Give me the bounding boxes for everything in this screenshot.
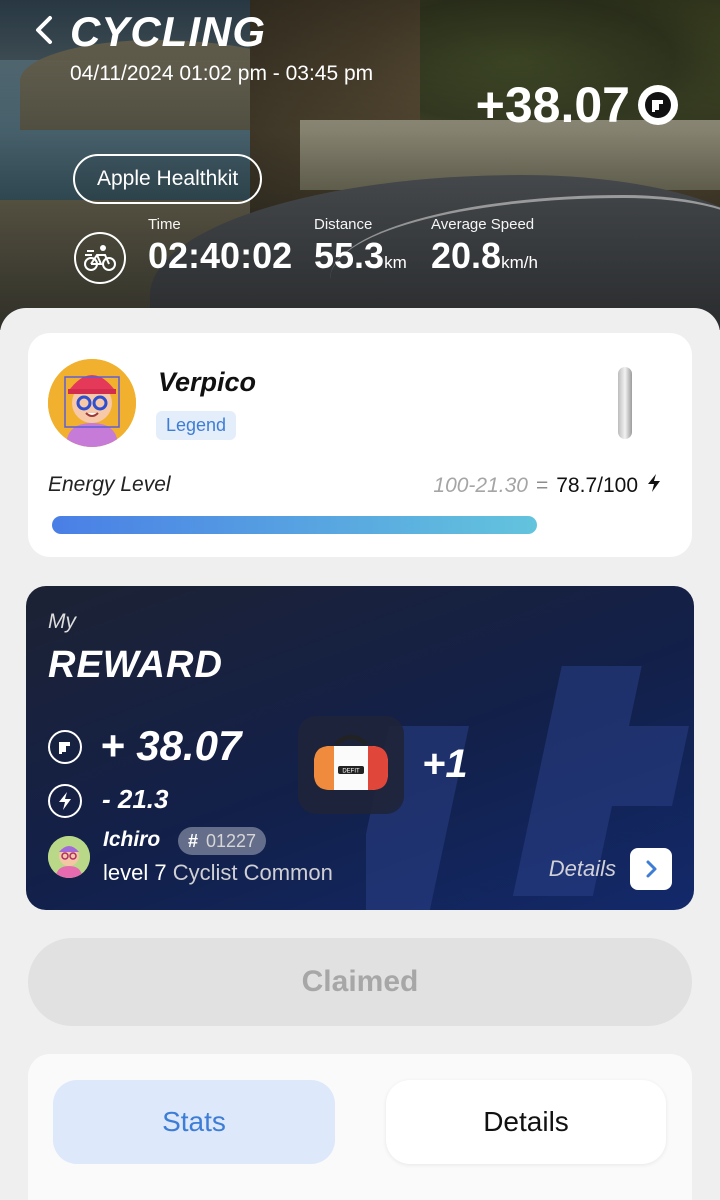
energy-equals: =: [535, 474, 549, 497]
energy-calc: 100-21.30: [433, 474, 528, 497]
metric-number: 55.3: [314, 235, 385, 276]
pet-level: level 7 Cyclist Common: [103, 860, 333, 886]
reward-title: REWARD: [48, 644, 223, 686]
reward-details-link[interactable]: Details: [549, 856, 616, 882]
metric-label: Distance: [314, 216, 373, 233]
energy-level-readout: 100-21.30 = 78.7/100: [433, 473, 662, 499]
back-arrow-icon[interactable]: [28, 10, 62, 50]
avatar[interactable]: [48, 359, 136, 447]
bicycle-icon: [74, 232, 126, 284]
coin-icon: [638, 85, 678, 125]
reward-my-label: My: [48, 610, 76, 633]
pet-class: Cyclist Common: [172, 860, 333, 885]
hero-banner: CYCLING 04/11/2024 01:02 pm - 03:45 pm +…: [0, 0, 720, 330]
metric-unit: km/h: [501, 253, 538, 272]
username: Verpico: [158, 367, 257, 397]
apple-healthkit-button[interactable]: Apple Healthkit: [73, 154, 263, 204]
reward-item[interactable]: DEFIT: [298, 716, 404, 814]
reward-coin-amount: + 38.07: [100, 722, 242, 769]
metric-unit: km: [384, 253, 407, 272]
energy-value: 78.7/100: [556, 474, 638, 497]
bag-brand-label: DEFIT: [342, 769, 360, 775]
profile-card: Verpico Legend Energy Level 100-21.30 = …: [28, 333, 692, 557]
earned-value: +38.07: [475, 77, 630, 133]
energy-bar-fill: [52, 516, 537, 534]
tabs-card: Stats Details: [28, 1054, 692, 1200]
metric-number: 20.8: [431, 235, 502, 276]
avatar[interactable]: [48, 836, 90, 878]
metric-label: Average Speed: [431, 216, 535, 233]
reward-card: My REWARD + 38.07 - 21.3 DEFIT +1 Ichiro: [26, 586, 694, 910]
energy-bar: [52, 516, 668, 534]
rank-badge: Legend: [156, 411, 237, 440]
lightning-icon: [646, 473, 662, 499]
reward-energy-amount: - 21.3: [102, 784, 169, 814]
pet-name: Ichiro: [103, 828, 161, 851]
metric-value: 55.3km: [314, 235, 407, 277]
claimed-button[interactable]: Claimed: [28, 938, 692, 1026]
pet-id-number: 01227: [206, 830, 257, 851]
pet-id-badge: # 01227: [178, 827, 267, 855]
lightning-icon: [48, 784, 82, 818]
metric-distance: Distance 55.3km: [314, 216, 407, 277]
coin-icon: [48, 730, 82, 764]
hash-icon: #: [188, 830, 199, 851]
metric-value: 20.8km/h: [431, 235, 538, 277]
tab-stats[interactable]: Stats: [53, 1080, 335, 1164]
metric-label: Time: [148, 216, 181, 233]
metric-number: 02:40:02: [148, 235, 293, 276]
bag-icon: DEFIT: [314, 735, 388, 790]
chevron-right-icon[interactable]: [630, 848, 672, 890]
pet-level-value: level 7: [103, 860, 167, 885]
page-title: CYCLING: [70, 8, 266, 55]
tab-details[interactable]: Details: [386, 1080, 666, 1164]
earned-total: +38.07: [476, 76, 678, 134]
metric-time: Time 02:40:02: [148, 216, 292, 277]
metric-value: 02:40:02: [148, 235, 292, 277]
metric-average-speed: Average Speed 20.8km/h: [431, 216, 538, 277]
activity-datetime: 04/11/2024 01:02 pm - 03:45 pm: [70, 62, 374, 85]
reward-item-count: +1: [422, 742, 468, 786]
energy-level-label: Energy Level: [48, 473, 171, 496]
device-icon[interactable]: [618, 367, 632, 439]
